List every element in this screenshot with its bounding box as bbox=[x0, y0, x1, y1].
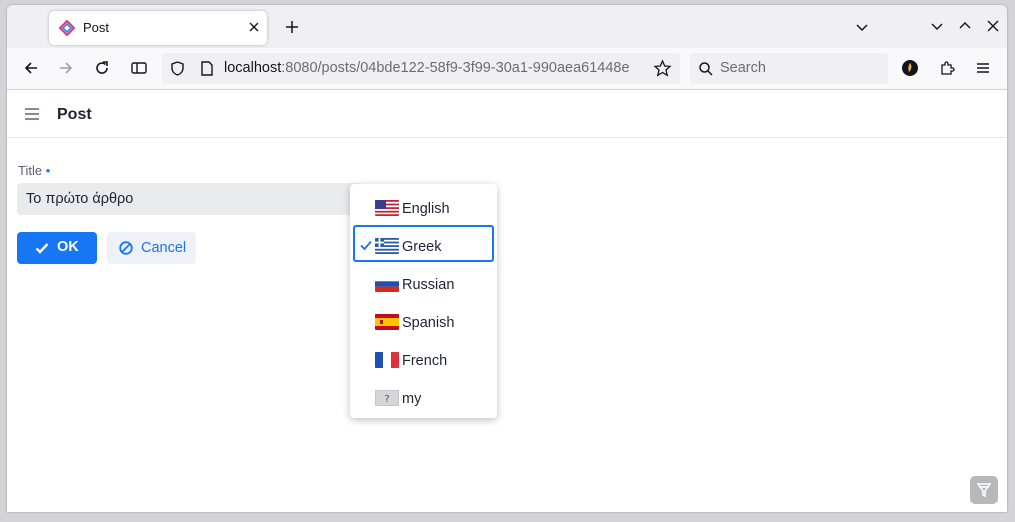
language-label-greek: Greek bbox=[402, 239, 442, 255]
app-favicon-icon bbox=[59, 20, 75, 36]
spain-flag-icon bbox=[375, 314, 399, 330]
required-indicator: • bbox=[45, 163, 51, 178]
language-dropdown: English Greek Russian Spanish French ? m… bbox=[350, 184, 497, 418]
browser-tab[interactable]: Post bbox=[49, 11, 267, 45]
tab-title: Post bbox=[83, 20, 110, 35]
close-window-icon[interactable] bbox=[985, 18, 1001, 34]
checkmark-icon bbox=[360, 240, 372, 251]
back-icon[interactable] bbox=[22, 59, 40, 77]
url-path: :8080/posts/04bde122-58f9-3f99-30a1-990a… bbox=[281, 60, 630, 76]
tab-strip: Post bbox=[7, 5, 1007, 48]
app-header: Post bbox=[7, 90, 1007, 138]
reload-icon[interactable] bbox=[93, 59, 111, 77]
france-flag-icon bbox=[375, 352, 399, 368]
url-bar[interactable]: localhost:8080/posts/04bde122-58f9-3f99-… bbox=[162, 53, 680, 84]
url-text[interactable]: localhost:8080/posts/04bde122-58f9-3f99-… bbox=[224, 60, 630, 76]
russia-flag-icon bbox=[375, 276, 399, 292]
ok-label: OK bbox=[57, 239, 79, 255]
title-input[interactable] bbox=[17, 183, 362, 215]
close-tab-icon[interactable] bbox=[245, 18, 263, 36]
title-label-text: Title bbox=[18, 163, 43, 178]
page-content: Post Title • OK Cancel bbox=[7, 90, 1007, 512]
language-label-russian: Russian bbox=[402, 277, 455, 293]
cancel-label: Cancel bbox=[141, 240, 187, 256]
language-option-russian[interactable]: Russian bbox=[353, 263, 494, 300]
forward-icon[interactable] bbox=[57, 59, 75, 77]
ok-button[interactable]: OK bbox=[17, 232, 97, 264]
checkmark-icon bbox=[35, 243, 49, 254]
page-icon bbox=[201, 61, 213, 76]
extensions-icon[interactable] bbox=[938, 59, 956, 77]
greece-flag-icon bbox=[375, 238, 399, 254]
sidebar-toggle-icon[interactable] bbox=[130, 59, 148, 77]
browser-window: Post localhost:8080/posts/04bde122-58f9-… bbox=[7, 5, 1007, 512]
language-label-english: English bbox=[402, 201, 450, 217]
new-tab-icon[interactable] bbox=[283, 18, 301, 36]
search-bar[interactable]: Search bbox=[690, 53, 888, 84]
cancel-button[interactable]: Cancel bbox=[107, 232, 196, 264]
menu-icon[interactable] bbox=[974, 59, 992, 77]
language-label-spanish: Spanish bbox=[402, 315, 455, 331]
shield-icon[interactable] bbox=[169, 60, 186, 77]
list-all-tabs-icon[interactable] bbox=[853, 18, 871, 36]
language-option-spanish[interactable]: Spanish bbox=[353, 301, 494, 338]
search-icon bbox=[699, 62, 713, 76]
language-label-french: French bbox=[402, 353, 448, 369]
url-host: localhost bbox=[224, 60, 282, 76]
funnel-icon bbox=[976, 483, 992, 498]
maximize-icon[interactable] bbox=[957, 18, 973, 34]
language-label-my: my bbox=[402, 391, 422, 407]
minimize-icon[interactable] bbox=[929, 18, 945, 34]
title-field-label: Title • bbox=[18, 163, 50, 178]
language-option-french[interactable]: French bbox=[353, 339, 494, 376]
devtools-toggle-button[interactable] bbox=[970, 476, 998, 504]
us-flag-icon bbox=[375, 200, 399, 216]
language-option-my[interactable]: ? my bbox=[353, 377, 494, 414]
unknown-flag-icon: ? bbox=[375, 390, 399, 406]
account-avatar-icon[interactable] bbox=[901, 59, 919, 77]
bookmark-star-icon[interactable] bbox=[653, 59, 672, 78]
language-option-english[interactable]: English bbox=[353, 187, 494, 224]
cancel-icon bbox=[119, 241, 133, 255]
navigation-toolbar: localhost:8080/posts/04bde122-58f9-3f99-… bbox=[7, 48, 1007, 90]
hamburger-menu-icon[interactable] bbox=[24, 107, 40, 121]
language-option-greek[interactable]: Greek bbox=[353, 225, 494, 262]
page-title: Post bbox=[57, 106, 92, 123]
svg-text:?: ? bbox=[384, 394, 389, 405]
search-placeholder: Search bbox=[720, 60, 766, 76]
